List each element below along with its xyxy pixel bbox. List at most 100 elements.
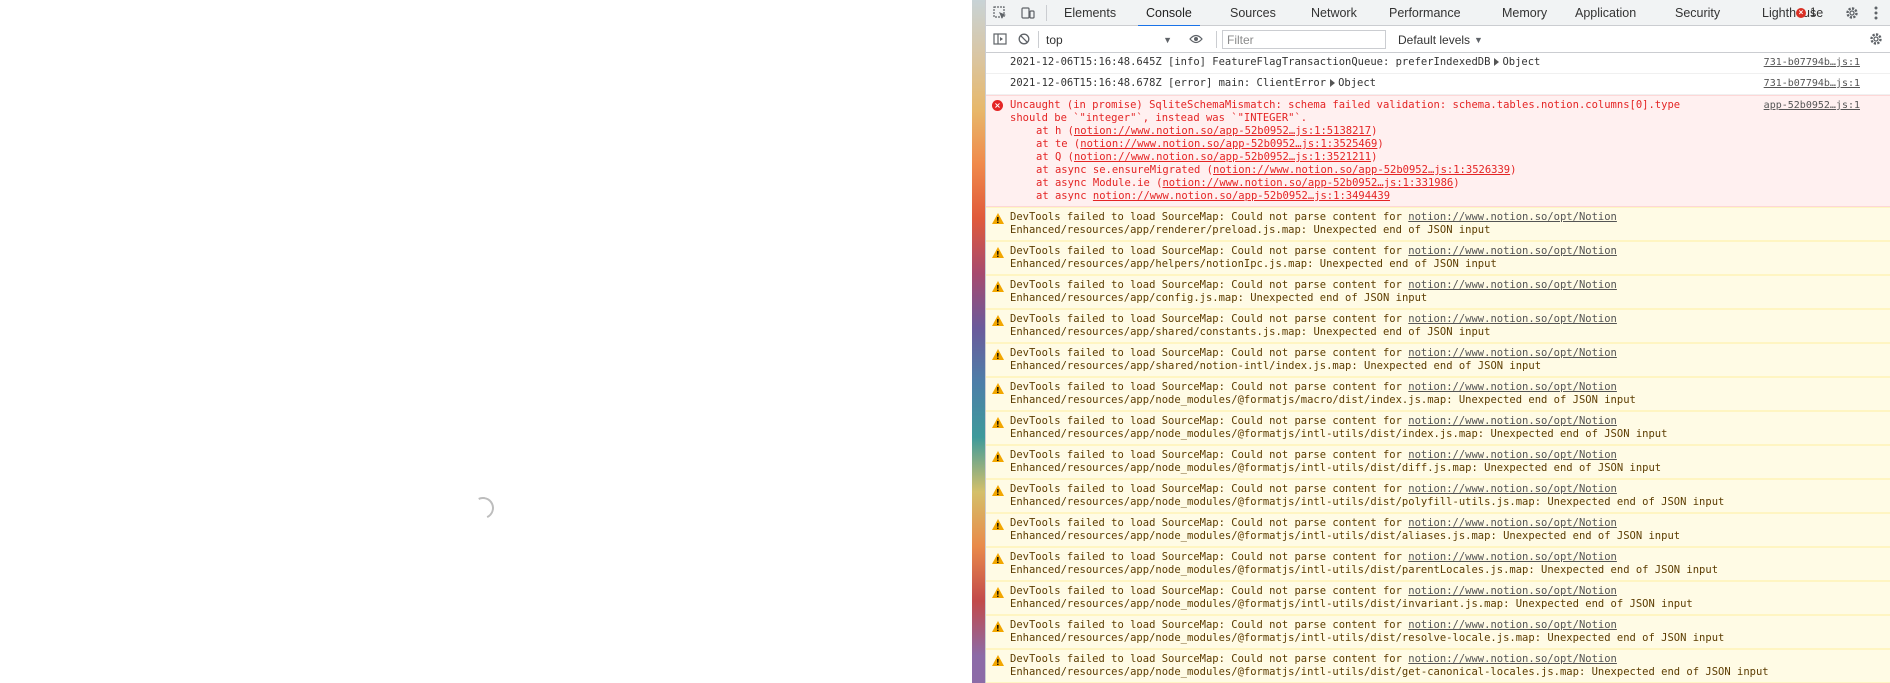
tab-sources[interactable]: Sources: [1230, 0, 1276, 26]
source-link[interactable]: 731-b07794b…js:1: [1764, 56, 1860, 69]
warning-line-1: DevTools failed to load SourceMap: Could…: [1010, 347, 1890, 360]
error-count-badge[interactable]: × 1: [1796, 0, 1816, 26]
tab-application[interactable]: Application: [1575, 0, 1636, 26]
warning-line-2: Enhanced/resources/app/renderer/preload.…: [1010, 224, 1890, 237]
warning-text: DevTools failed to load SourceMap: Could…: [1010, 279, 1409, 291]
warning-link[interactable]: notion://www.notion.so/opt/Notion: [1408, 483, 1617, 495]
console-settings-button[interactable]: [1862, 26, 1890, 52]
sidebar-icon: [993, 33, 1007, 45]
live-expression-button[interactable]: [1182, 26, 1210, 52]
frame-text: at te (: [1036, 138, 1081, 150]
console-message-warning: DevTools failed to load SourceMap: Could…: [986, 207, 1890, 241]
tab-security[interactable]: Security: [1675, 0, 1720, 26]
warning-suffix: : Unexpected end of JSON input: [1534, 632, 1725, 644]
filter-input[interactable]: [1222, 30, 1386, 49]
object-preview[interactable]: Object: [1502, 56, 1540, 68]
stack-trace: at h (notion://www.notion.so/app-52b0952…: [1010, 125, 1890, 203]
frame-link[interactable]: notion://www.notion.so/app-52b0952…js:1:…: [1093, 190, 1390, 202]
warning-line-2: Enhanced/resources/app/shared/constants.…: [1010, 326, 1890, 339]
warning-link[interactable]: notion://www.notion.so/opt/Notion: [1408, 619, 1617, 631]
warning-line-1: DevTools failed to load SourceMap: Could…: [1010, 381, 1890, 394]
warning-suffix: : Unexpected end of JSON input: [1578, 666, 1769, 678]
stack-frame: at async notion://www.notion.so/app-52b0…: [1010, 190, 1890, 203]
expand-caret-icon[interactable]: [1494, 58, 1500, 66]
warning-icon: [992, 383, 1004, 397]
source-link[interactable]: app-52b0952…js:1: [1764, 99, 1860, 112]
warning-icon: [992, 281, 1004, 295]
warning-suffix: : Unexpected end of JSON input: [1503, 598, 1693, 610]
frame-link[interactable]: notion://www.notion.so/app-52b0952…js:1:…: [1074, 125, 1371, 137]
chevron-down-icon: ▼: [1163, 34, 1172, 45]
frame-link[interactable]: notion://www.notion.so/app-52b0952…js:1:…: [1080, 138, 1377, 150]
warning-path: Enhanced/resources/app/helpers/notionIpc…: [1010, 258, 1308, 270]
inspect-element-button[interactable]: [986, 0, 1014, 26]
tab-console[interactable]: Console: [1138, 0, 1200, 27]
frame-link[interactable]: notion://www.notion.so/app-52b0952…js:1:…: [1213, 164, 1510, 176]
warning-link[interactable]: notion://www.notion.so/opt/Notion: [1408, 313, 1617, 325]
stack-frame: at te (notion://www.notion.so/app-52b095…: [1010, 138, 1890, 151]
eye-icon: [1189, 34, 1203, 44]
warning-line-2: Enhanced/resources/app/node_modules/@for…: [1010, 632, 1890, 645]
tab-separator: [1046, 5, 1047, 21]
devtools-tabbar: Elements Console Sources Network Perform…: [986, 0, 1890, 27]
frame-text: ): [1371, 125, 1378, 137]
warning-link[interactable]: notion://www.notion.so/opt/Notion: [1408, 415, 1617, 427]
warning-link[interactable]: notion://www.notion.so/opt/Notion: [1408, 551, 1617, 563]
log-levels-select[interactable]: Default levels ▼: [1392, 30, 1483, 49]
frame-link[interactable]: notion://www.notion.so/app-52b0952…js:1:…: [1074, 151, 1371, 163]
warning-link[interactable]: notion://www.notion.so/opt/Notion: [1408, 381, 1617, 393]
device-toolbar-button[interactable]: [1014, 0, 1042, 26]
gear-icon: [1846, 7, 1858, 19]
warning-link[interactable]: notion://www.notion.so/opt/Notion: [1408, 653, 1617, 665]
warning-link[interactable]: notion://www.notion.so/opt/Notion: [1408, 347, 1617, 359]
tab-elements[interactable]: Elements: [1064, 0, 1116, 26]
warning-line-2: Enhanced/resources/app/shared/notion-int…: [1010, 360, 1890, 373]
warning-suffix: : Unexpected end of JSON input: [1490, 530, 1681, 542]
console-message-error: × Uncaught (in promise) SqliteSchemaMism…: [986, 95, 1890, 207]
warning-suffix: : Unexpected end of JSON input: [1477, 428, 1668, 440]
tab-performance[interactable]: Performance: [1389, 0, 1461, 26]
console-message-warning: DevTools failed to load SourceMap: Could…: [986, 377, 1890, 411]
warning-link[interactable]: notion://www.notion.so/opt/Notion: [1408, 517, 1617, 529]
warning-line-1: DevTools failed to load SourceMap: Could…: [1010, 245, 1890, 258]
warning-link[interactable]: notion://www.notion.so/opt/Notion: [1408, 211, 1617, 223]
frame-text: at async Module.ie (: [1036, 177, 1163, 189]
tab-network[interactable]: Network: [1311, 0, 1357, 26]
warning-text: DevTools failed to load SourceMap: Could…: [1010, 585, 1409, 597]
warning-link[interactable]: notion://www.notion.so/opt/Notion: [1408, 449, 1617, 461]
source-link[interactable]: 731-b07794b…js:1: [1764, 77, 1860, 90]
warning-icon: [992, 247, 1004, 261]
devtools-panel: Elements Console Sources Network Perform…: [986, 0, 1890, 683]
warning-list: DevTools failed to load SourceMap: Could…: [986, 207, 1890, 683]
console-message-log: 2021-12-06T15:16:48.678Z [error] main: C…: [986, 74, 1890, 95]
warning-suffix: : Unexpected end of JSON input: [1307, 258, 1497, 270]
object-preview[interactable]: Object: [1338, 77, 1376, 89]
stack-frame: at Q (notion://www.notion.so/app-52b0952…: [1010, 151, 1890, 164]
warning-line-1: DevTools failed to load SourceMap: Could…: [1010, 449, 1890, 462]
warning-line-2: Enhanced/resources/app/node_modules/@for…: [1010, 666, 1890, 679]
warning-text: DevTools failed to load SourceMap: Could…: [1010, 551, 1409, 563]
warning-link[interactable]: notion://www.notion.so/opt/Notion: [1408, 585, 1617, 597]
warning-path: Enhanced/resources/app/shared/notion-int…: [1010, 360, 1352, 372]
frame-link[interactable]: notion://www.notion.so/app-52b0952…js:1:…: [1162, 177, 1453, 189]
expand-caret-icon[interactable]: [1330, 79, 1336, 87]
message-text: 2021-12-06T15:16:48.645Z [info] FeatureF…: [1010, 56, 1491, 68]
warning-icon: [992, 213, 1004, 227]
clear-console-button[interactable]: [1010, 26, 1038, 52]
toolbar-separator: [1216, 31, 1217, 48]
levels-value: Default levels: [1398, 32, 1471, 47]
warning-line-2: Enhanced/resources/app/helpers/notionIpc…: [1010, 258, 1890, 271]
warning-path: Enhanced/resources/app/node_modules/@for…: [1010, 666, 1579, 678]
warning-line-2: Enhanced/resources/app/node_modules/@for…: [1010, 530, 1890, 543]
warning-link[interactable]: notion://www.notion.so/opt/Notion: [1408, 279, 1617, 291]
warning-link[interactable]: notion://www.notion.so/opt/Notion: [1408, 245, 1617, 257]
tab-memory[interactable]: Memory: [1502, 0, 1547, 26]
warning-path: Enhanced/resources/app/node_modules/@for…: [1010, 598, 1504, 610]
warning-text: DevTools failed to load SourceMap: Could…: [1010, 483, 1409, 495]
error-count: 1: [1810, 7, 1817, 19]
warning-line-2: Enhanced/resources/app/node_modules/@for…: [1010, 394, 1890, 407]
devtools-more-button[interactable]: [1862, 0, 1890, 26]
frame-text: at h (: [1036, 125, 1074, 137]
warning-line-2: Enhanced/resources/app/node_modules/@for…: [1010, 428, 1890, 441]
javascript-context-select[interactable]: top ▼: [1042, 30, 1176, 49]
